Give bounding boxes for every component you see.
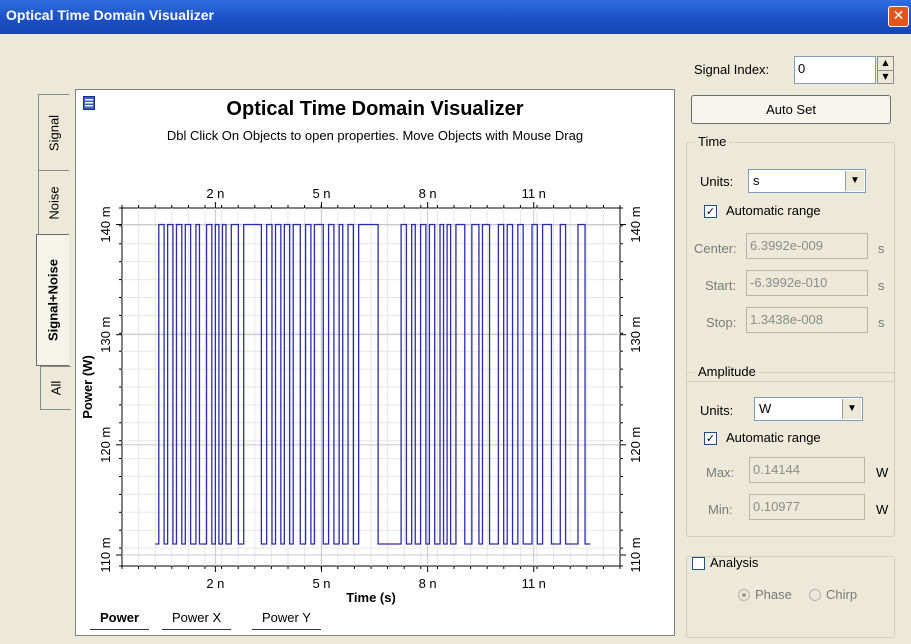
signal-index-label: Signal Index:	[694, 62, 770, 77]
amplitude-units-select[interactable]: W ▼	[754, 397, 863, 421]
max-field[interactable]: 0.14144	[749, 457, 865, 483]
tab-power[interactable]: Power	[90, 607, 150, 630]
stop-field[interactable]: 1.3438e-008	[746, 307, 868, 333]
time-automatic-range-label: Automatic range	[726, 203, 821, 218]
stepper-down-icon[interactable]: ▼	[878, 70, 893, 83]
center-unit: s	[878, 241, 885, 256]
signal-index-input[interactable]: 0	[794, 56, 876, 84]
min-unit: W	[876, 502, 889, 517]
amplitude-automatic-range-checkbox[interactable]: ✓	[704, 432, 717, 445]
y-tick-label-right: 110 m	[628, 537, 643, 572]
auto-set-button[interactable]: Auto Set	[691, 95, 891, 124]
x-tick-label-top: 2 n	[206, 186, 224, 201]
phase-radio[interactable]	[738, 589, 750, 601]
max-label: Max:	[706, 465, 735, 480]
y-tick-label-left: 140 m	[98, 206, 113, 242]
tab-noise[interactable]: Noise	[38, 170, 69, 235]
center-field[interactable]: 6.3992e-009	[746, 233, 868, 259]
tab-power-x[interactable]: Power X	[162, 607, 232, 630]
y-tick-label-left: 130 m	[98, 317, 113, 353]
amplitude-automatic-range-label: Automatic range	[726, 430, 821, 445]
signal-index-stepper[interactable]: ▲ ▼	[877, 56, 894, 84]
y-axis-label: Power (W)	[80, 355, 95, 419]
center-label: Center:	[694, 241, 737, 256]
amplitude-units-label: Units:	[700, 403, 734, 418]
time-units-value: s	[753, 173, 760, 188]
tab-all-label: All	[48, 380, 64, 396]
x-tick-label-top: 8 n	[419, 186, 437, 201]
x-tick-label-bottom: 5 n	[312, 576, 330, 591]
chirp-label: Chirp	[826, 587, 858, 602]
analysis-label: Analysis	[710, 555, 759, 570]
plot-panel[interactable]: Optical Time Domain Visualizer Dbl Click…	[75, 89, 675, 636]
y-tick-label-left: 110 m	[98, 537, 113, 572]
min-field[interactable]: 0.10977	[749, 494, 865, 520]
x-tick-label-top: 5 n	[312, 186, 330, 201]
bottom-tabs: Power Power X Power Y	[90, 607, 670, 633]
title-bar: Optical Time Domain Visualizer ✕	[0, 0, 911, 34]
tab-all[interactable]: All	[40, 366, 71, 410]
amplitude-group-title: Amplitude	[695, 364, 759, 379]
chevron-down-icon[interactable]: ▼	[845, 171, 864, 191]
start-label: Start:	[705, 278, 737, 293]
start-field[interactable]: -6.3992e-010	[746, 270, 868, 296]
tab-signal[interactable]: Signal	[38, 94, 69, 171]
max-unit: W	[876, 465, 889, 480]
time-automatic-range-checkbox[interactable]: ✓	[704, 205, 717, 218]
y-tick-label-right: 120 m	[628, 427, 643, 463]
close-icon[interactable]: ✕	[888, 6, 909, 27]
window-title: Optical Time Domain Visualizer	[6, 7, 214, 23]
x-tick-label-bottom: 2 n	[206, 576, 224, 591]
time-units-label: Units:	[700, 174, 734, 189]
client-area: Signal Noise Signal+Noise All Optical Ti…	[8, 34, 903, 638]
x-tick-label-bottom: 8 n	[419, 576, 437, 591]
x-tick-label-bottom: 11 n	[522, 576, 546, 591]
stop-label: Stop:	[706, 315, 737, 330]
tab-signal-noise-label: Signal+Noise	[45, 259, 61, 341]
chart[interactable]: 2 n 2 n 5 n 5 n 8 n 8 n 11 n 11 n 110 m 110 m 120 …	[76, 90, 674, 635]
min-label: Min:	[708, 502, 733, 517]
y-tick-label-right: 130 m	[628, 317, 643, 353]
tab-signal-noise[interactable]: Signal+Noise	[36, 234, 69, 366]
x-tick-label-top: 11 n	[522, 186, 546, 201]
tab-signal-label: Signal	[46, 114, 62, 151]
tab-power-y[interactable]: Power Y	[252, 607, 321, 630]
amplitude-units-value: W	[759, 401, 772, 416]
phase-label: Phase	[755, 587, 792, 602]
time-group-title: Time	[695, 134, 730, 149]
time-units-select[interactable]: s ▼	[748, 169, 866, 193]
chevron-down-icon[interactable]: ▼	[842, 399, 861, 419]
start-unit: s	[878, 278, 885, 293]
stepper-up-icon[interactable]: ▲	[878, 57, 893, 70]
analysis-checkbox[interactable]	[692, 557, 705, 570]
stop-unit: s	[878, 315, 885, 330]
tab-noise-label: Noise	[46, 185, 62, 220]
y-tick-label-left: 120 m	[98, 427, 113, 463]
chirp-radio[interactable]	[809, 589, 821, 601]
y-tick-label-right: 140 m	[628, 206, 643, 242]
x-axis-label: Time (s)	[346, 590, 396, 605]
